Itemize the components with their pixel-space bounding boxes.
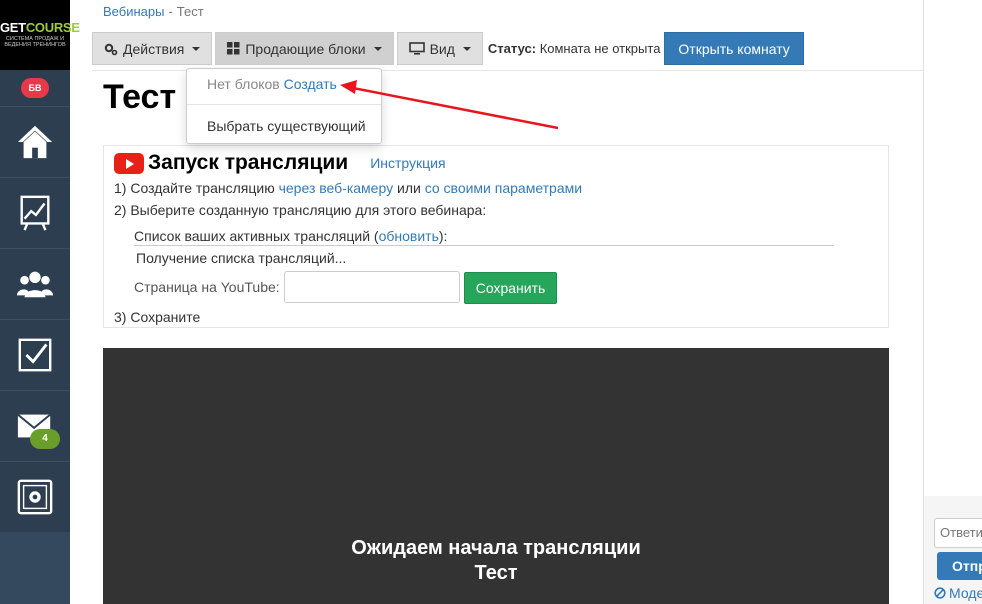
stream-panel-title: Запуск трансляции xyxy=(148,151,349,174)
youtube-icon xyxy=(114,152,144,174)
page-title: Тест xyxy=(103,78,177,116)
create-block-link[interactable]: Создать xyxy=(284,76,337,92)
breadcrumb-separator: - xyxy=(168,4,173,19)
user-avatar-badge[interactable]: БВ xyxy=(21,78,49,98)
chat-controls: Ответить Отправить Модерация xyxy=(924,496,982,604)
actions-label: Действия xyxy=(123,40,185,57)
ban-icon xyxy=(934,587,946,599)
no-blocks-item: Нет блоков Создать xyxy=(207,76,337,92)
mail-count-badge: 4 xyxy=(30,429,60,449)
view-dropdown-button[interactable]: Вид xyxy=(396,32,483,65)
breadcrumb-webinars-link[interactable]: Вебинары xyxy=(103,4,164,19)
status-value: Комната не открыта xyxy=(539,41,661,56)
refresh-link[interactable]: обновить xyxy=(379,228,439,244)
open-room-button[interactable]: Открыть комнату xyxy=(664,32,804,65)
selling-blocks-dropdown-button[interactable]: Продающие блоки xyxy=(215,32,394,65)
youtube-page-input[interactable] xyxy=(284,271,460,303)
sidebar: GETCOURSE СИСТЕМА ПРОДАЖ И ВЕДЕНИЯ ТРЕНИ… xyxy=(0,0,80,604)
youtube-page-label: Страница на YouTube: xyxy=(134,279,280,295)
send-label: Отправить xyxy=(952,558,982,574)
video-waiting-line: Ожидаем начала трансляции xyxy=(351,537,641,559)
sidebar-item-safe[interactable] xyxy=(0,461,70,532)
video-waiting-message: Ожидаем начала трансляции Тест xyxy=(103,536,889,586)
video-player[interactable]: Ожидаем начала трансляции Тест xyxy=(103,348,889,604)
moderation-label: Модерация xyxy=(949,585,982,601)
step-1-text: 1) Создайте трансляцию xyxy=(114,180,275,196)
instruction-link[interactable]: Инструкция xyxy=(370,155,445,171)
step-2: 2) Выберите созданную трансляцию для это… xyxy=(114,202,487,218)
step-3: 3) Сохраните xyxy=(114,309,201,325)
actions-dropdown-button[interactable]: Действия xyxy=(92,32,213,65)
sidebar-item-users[interactable] xyxy=(0,248,70,319)
caret-down-icon xyxy=(373,46,382,51)
active-streams-text: Список ваших активных трансляций xyxy=(134,228,371,244)
status-label: Статус: xyxy=(487,41,537,56)
monitor-icon xyxy=(408,42,425,55)
grid-icon xyxy=(227,42,240,55)
getcourse-logo[interactable]: GETCOURSE СИСТЕМА ПРОДАЖ И ВЕДЕНИЯ ТРЕНИ… xyxy=(0,0,80,70)
main-content: Вебинары - Тест Действия Продающие блоки В… xyxy=(70,0,923,604)
caret-down-icon xyxy=(192,46,201,51)
chat-panel: Ответить Отправить Модерация xyxy=(923,0,982,604)
webcam-link[interactable]: через веб-камеру xyxy=(279,180,394,196)
video-title-line: Тест xyxy=(474,562,518,584)
moderation-link[interactable]: Модерация xyxy=(934,585,982,601)
sidebar-item-home[interactable] xyxy=(0,106,70,177)
logo-brand: GETCOURSE xyxy=(0,20,80,35)
stream-panel-header: Запуск трансляции Инструкция xyxy=(114,151,446,175)
room-status: Статус: Комната не открыта xyxy=(488,41,661,56)
logo-subtitle: СИСТЕМА ПРОДАЖ И ВЕДЕНИЯ ТРЕНИНГОВ xyxy=(4,36,66,48)
streams-divider xyxy=(134,245,834,246)
stream-launch-panel: Запуск трансляции Инструкция 1) Создайте… xyxy=(103,145,889,328)
sidebar-footer xyxy=(0,532,70,604)
selling-blocks-menu: Нет блоков Создать Выбрать существующий xyxy=(186,68,382,144)
custom-params-link[interactable]: со своими параметрами xyxy=(425,180,582,196)
tasks-icon xyxy=(18,338,52,372)
save-button[interactable]: Сохранить xyxy=(464,272,557,304)
home-icon xyxy=(17,125,53,159)
loading-streams-text: Получение списка трансляций... xyxy=(136,250,347,266)
step-1: 1) Создайте трансляцию через веб-камеру … xyxy=(114,180,582,196)
step-1-or: или xyxy=(397,180,421,196)
active-streams-label: Список ваших активных трансляций (обнови… xyxy=(134,228,448,244)
sidebar-item-reports[interactable] xyxy=(0,177,70,248)
users-icon xyxy=(16,271,54,298)
sidebar-item-mail[interactable]: 4 xyxy=(0,390,70,461)
selling-blocks-label: Продающие блоки xyxy=(245,40,366,57)
choose-existing-item[interactable]: Выбрать существующий xyxy=(207,118,366,134)
sidebar-item-tasks[interactable] xyxy=(0,319,70,390)
breadcrumb-current: Тест xyxy=(176,4,204,19)
safe-icon xyxy=(17,479,53,515)
toolbar: Действия Продающие блоки Вид Статус: Ком… xyxy=(92,32,804,65)
menu-divider xyxy=(187,104,381,105)
reply-input[interactable]: Ответить xyxy=(934,518,982,548)
gears-icon xyxy=(104,43,118,55)
no-blocks-text: Нет блоков xyxy=(207,76,280,92)
view-label: Вид xyxy=(429,40,455,57)
caret-down-icon xyxy=(462,46,471,51)
chart-icon xyxy=(20,195,50,231)
send-button[interactable]: Отправить xyxy=(937,552,982,580)
breadcrumb: Вебинары - Тест xyxy=(103,4,204,19)
